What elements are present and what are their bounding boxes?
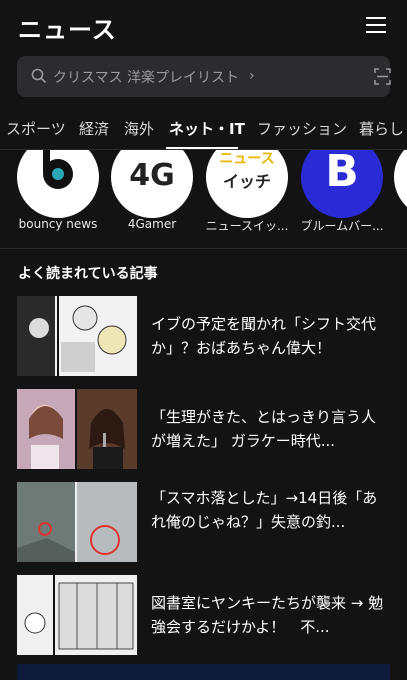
4gamer-logo-text: 4G [129,158,175,193]
article-headline: 図書室にヤンキーたちが襲来 → 勉強会するだけかよ！ 不... [151,594,384,636]
chevron-right-icon: › [249,68,255,84]
article-item[interactable]: イブの予定を聞かれ「シフト交代か」？おばあちゃん偉大！ [17,296,391,378]
search-icon [31,68,47,84]
media-name: ニュースイッ... [205,219,289,233]
article-thumbnail [17,296,137,376]
scan-icon[interactable] [374,68,391,85]
media-source-row: bouncy news 4G 4Gamer ニュース イッチ ニュースイッ...… [0,150,407,242]
article-thumbnail [17,482,137,562]
4gamer-logo: 4G [111,150,193,218]
article-thumbnail [17,389,137,469]
tab-net-it[interactable]: ネット・IT [169,118,245,139]
tab-living[interactable]: 暮らし [359,118,404,139]
bloomberg-logo-text: B [325,150,359,197]
article-headline: 「生理がきた、とはっきり言う人が増えた」 ガラケー時代... [151,408,377,450]
article-headline: 「スマホ落とした」→14日後「あれ俺のじゃね？」失意の釣... [151,489,378,531]
tab-overseas[interactable]: 海外 [124,118,154,139]
bloomberg-logo: B [301,150,383,218]
page-title: ニュース [18,16,117,44]
search-bar[interactable]: クリスマス 洋楽プレイリスト › [17,56,391,97]
tab-sports[interactable]: スポーツ [6,118,66,139]
category-tabs: スポーツ 経済 海外 ネット・IT ファッション 暮らし [0,110,407,150]
article-thumbnail [17,575,137,655]
newsicchi-logo-line2: イッチ [222,172,271,191]
media-name: bouncy news [18,217,98,231]
search-placeholder: クリスマス 洋楽プレイリスト [53,70,240,86]
partial-media-logo[interactable] [394,150,407,218]
tab-economy[interactable]: 経済 [79,118,109,139]
bouncy-logo [17,150,99,218]
newsicchi-logo-line1: ニュース [219,151,275,167]
article-item[interactable]: 「生理がきた、とはっきり言う人が増えた」 ガラケー時代... [17,389,391,471]
section-divider [0,248,407,249]
app-header: ニュース [0,0,407,52]
media-name: 4Gamer [127,217,177,231]
article-headline: イブの予定を聞かれ「シフト交代か」？おばあちゃん偉大！ [151,315,377,357]
article-item[interactable]: 図書室にヤンキーたちが襲来 → 勉強会するだけかよ！ 不... [17,575,391,657]
tab-fashion[interactable]: ファッション [257,118,347,139]
popular-section-title: よく読まれている記事 [18,266,158,282]
partial-banner[interactable] [17,664,390,680]
media-name: ブルームバー... [300,219,384,233]
newsicchi-logo: ニュース イッチ [206,150,288,218]
hamburger-menu-icon[interactable] [366,16,386,34]
article-item[interactable]: 「スマホ落とした」→14日後「あれ俺のじゃね？」失意の釣... [17,482,391,564]
